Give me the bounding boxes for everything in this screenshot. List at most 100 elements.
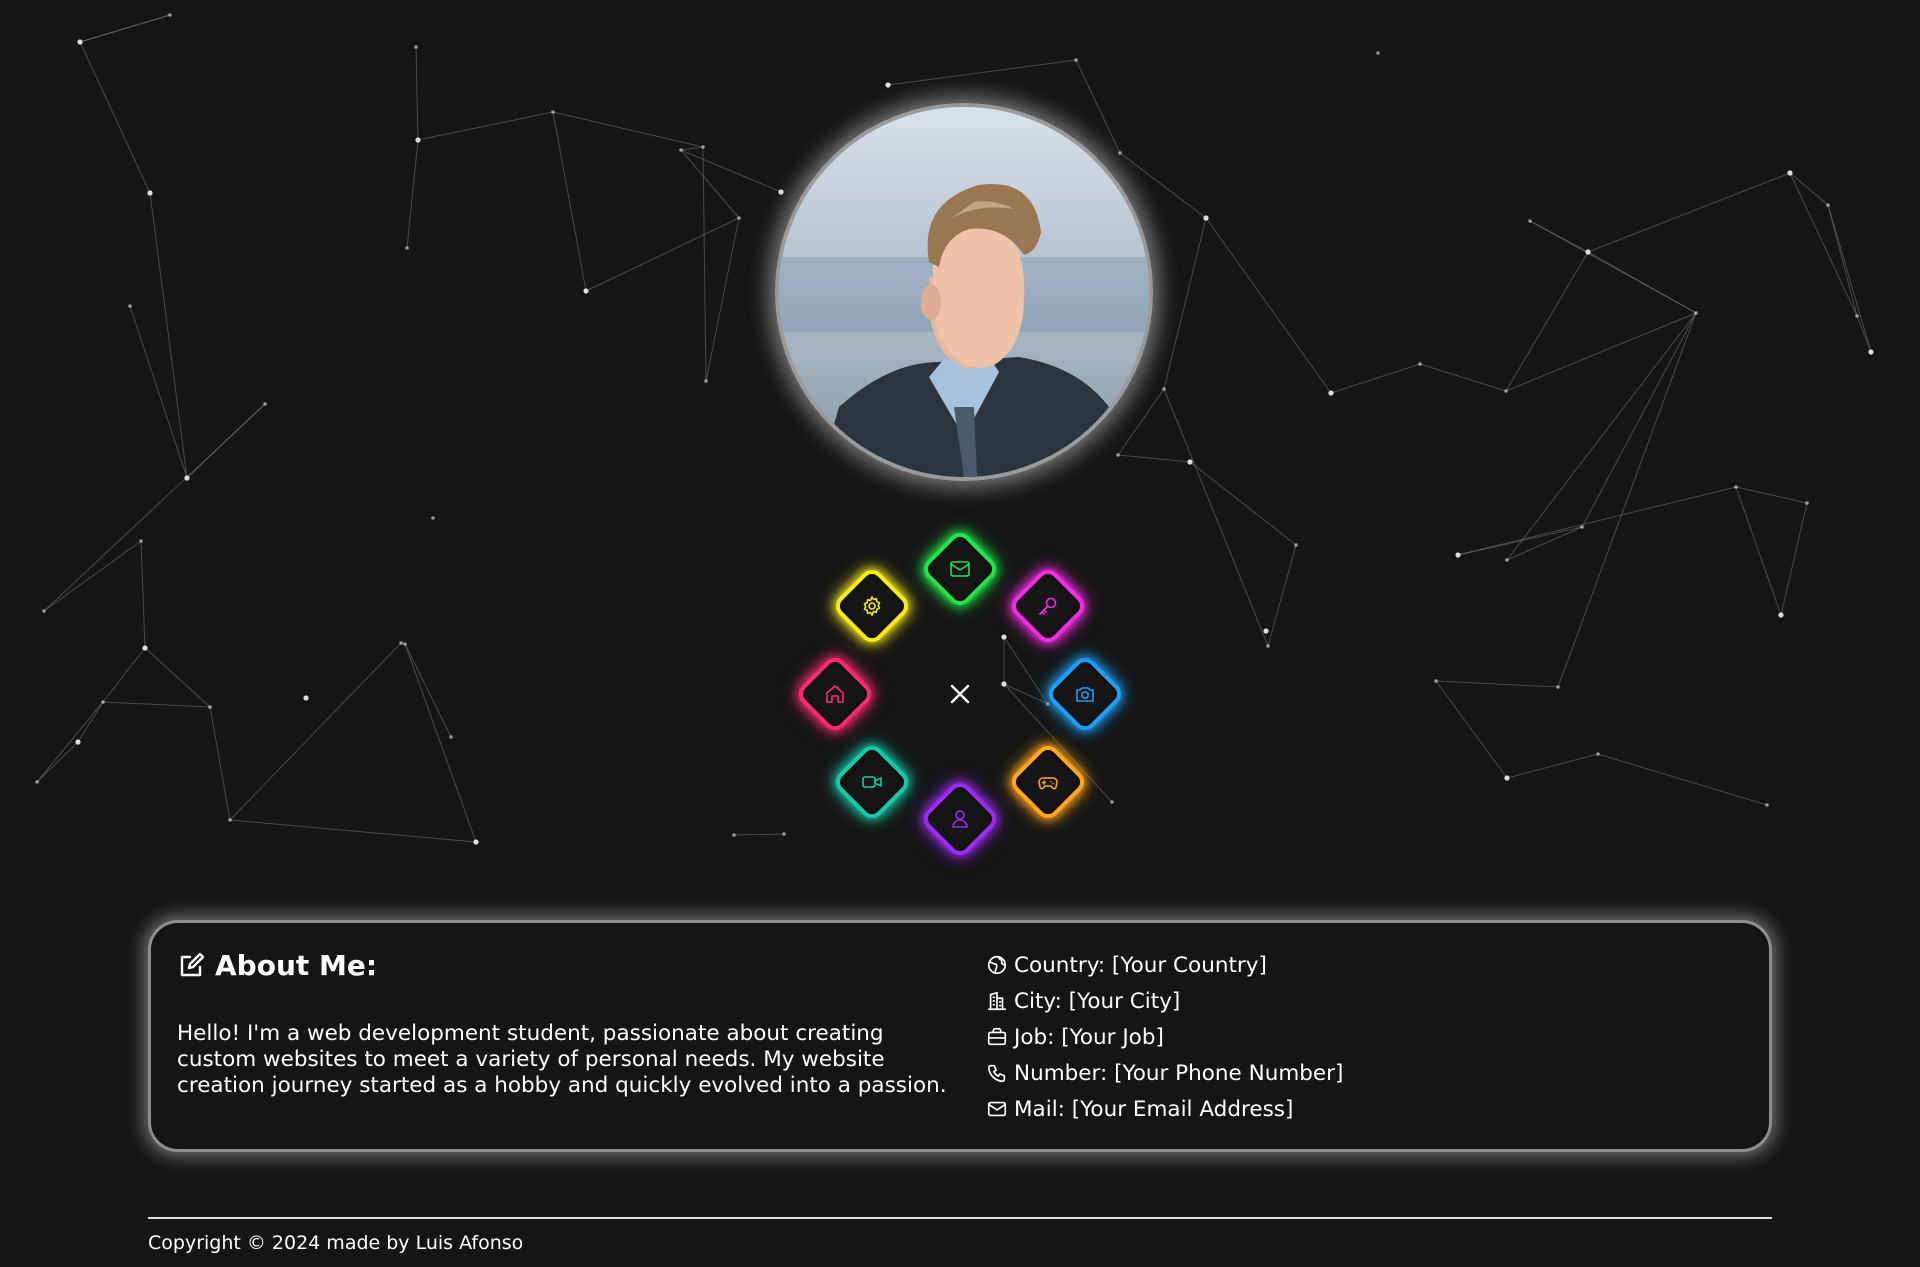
edit-icon bbox=[180, 952, 205, 976]
network-link bbox=[702, 146, 707, 382]
network-link bbox=[1506, 312, 1697, 561]
network-node bbox=[1585, 249, 1591, 255]
network-link bbox=[1735, 486, 1782, 616]
network-node bbox=[449, 735, 453, 739]
network-node bbox=[1505, 558, 1509, 562]
network-node bbox=[42, 609, 46, 613]
network-node bbox=[1434, 679, 1438, 683]
info-country: Country: [Your Country] bbox=[986, 947, 1343, 983]
footer-copyright: Copyright © 2024 made by Luis Afonso bbox=[148, 1232, 524, 1254]
network-node bbox=[77, 39, 83, 45]
network-node bbox=[1826, 203, 1830, 207]
network-node bbox=[1778, 612, 1784, 618]
close-icon bbox=[950, 684, 970, 704]
network-link bbox=[1330, 363, 1421, 394]
network-node bbox=[1118, 151, 1122, 155]
network-node bbox=[1001, 681, 1007, 687]
network-link bbox=[1419, 363, 1507, 392]
network-link bbox=[149, 192, 188, 479]
network-link bbox=[1505, 251, 1589, 392]
network-link bbox=[406, 139, 419, 249]
network-node bbox=[403, 642, 407, 646]
network-node bbox=[184, 475, 190, 481]
network-node bbox=[782, 832, 786, 836]
network-node bbox=[1376, 51, 1380, 55]
network-node bbox=[1787, 170, 1793, 176]
network-link bbox=[680, 149, 782, 193]
network-node bbox=[1596, 752, 1600, 756]
network-node bbox=[1418, 362, 1422, 366]
network-node bbox=[551, 110, 555, 114]
about-title-text: About Me: bbox=[215, 949, 378, 982]
network-node bbox=[701, 145, 705, 149]
network-node bbox=[1734, 485, 1738, 489]
network-link bbox=[102, 701, 211, 708]
gamepad-icon bbox=[1036, 770, 1060, 794]
network-link bbox=[1827, 204, 1872, 353]
city-icon bbox=[986, 990, 1008, 1012]
network-link bbox=[1735, 486, 1808, 504]
camera-icon bbox=[1073, 682, 1097, 706]
network-link bbox=[1597, 753, 1768, 806]
network-link bbox=[733, 833, 785, 836]
network-link bbox=[680, 146, 704, 151]
network-node bbox=[1868, 349, 1874, 355]
gear-icon bbox=[860, 594, 884, 618]
network-link bbox=[1189, 461, 1297, 546]
network-link bbox=[229, 819, 477, 843]
network-link bbox=[129, 305, 188, 479]
network-link bbox=[43, 540, 142, 612]
network-node bbox=[737, 216, 741, 220]
info-job: Job: [Your Job] bbox=[986, 1019, 1343, 1055]
network-node bbox=[263, 402, 267, 406]
footer-divider bbox=[148, 1217, 1772, 1219]
network-link bbox=[1117, 454, 1191, 463]
network-node bbox=[168, 13, 172, 17]
phone-icon bbox=[986, 1062, 1008, 1084]
network-node bbox=[1694, 311, 1698, 315]
network-node bbox=[1504, 775, 1510, 781]
network-node bbox=[885, 82, 891, 88]
network-node bbox=[1203, 215, 1209, 221]
network-node bbox=[1116, 453, 1120, 457]
network-link bbox=[705, 217, 740, 382]
network-link bbox=[1587, 251, 1697, 314]
network-node bbox=[1001, 634, 1007, 640]
network-node bbox=[147, 190, 153, 196]
network-node bbox=[704, 379, 708, 383]
network-node bbox=[1074, 58, 1078, 62]
network-node bbox=[228, 818, 232, 822]
network-node bbox=[142, 645, 148, 651]
about-description: Hello! I'm a web development student, pa… bbox=[177, 1021, 947, 1098]
network-link bbox=[77, 701, 104, 743]
network-link bbox=[144, 647, 211, 708]
network-link bbox=[1581, 312, 1697, 528]
info-city: City: [Your City] bbox=[986, 983, 1343, 1019]
network-node bbox=[583, 288, 589, 294]
network-node bbox=[1263, 628, 1269, 634]
network-link bbox=[140, 540, 146, 649]
network-link bbox=[1163, 388, 1269, 647]
network-link bbox=[1075, 59, 1121, 154]
video-icon bbox=[860, 770, 884, 794]
network-link bbox=[1780, 502, 1808, 616]
network-link bbox=[1435, 680, 1508, 779]
network-link bbox=[1435, 680, 1559, 688]
mail-icon bbox=[948, 557, 972, 581]
info-mail: Mail: [Your Email Address] bbox=[986, 1091, 1343, 1127]
network-node bbox=[1046, 702, 1050, 706]
key-icon bbox=[1036, 594, 1060, 618]
network-link bbox=[1163, 217, 1207, 390]
network-node bbox=[35, 780, 39, 784]
network-node bbox=[1162, 387, 1166, 391]
user-icon bbox=[948, 807, 972, 831]
network-node bbox=[75, 739, 81, 745]
network-link bbox=[79, 14, 171, 43]
network-node bbox=[778, 189, 784, 195]
network-link bbox=[36, 741, 79, 783]
network-link bbox=[1789, 172, 1858, 317]
network-node bbox=[1504, 389, 1508, 393]
menu-toggle-button[interactable] bbox=[946, 680, 974, 708]
network-link bbox=[1505, 312, 1697, 392]
network-link bbox=[417, 111, 554, 141]
